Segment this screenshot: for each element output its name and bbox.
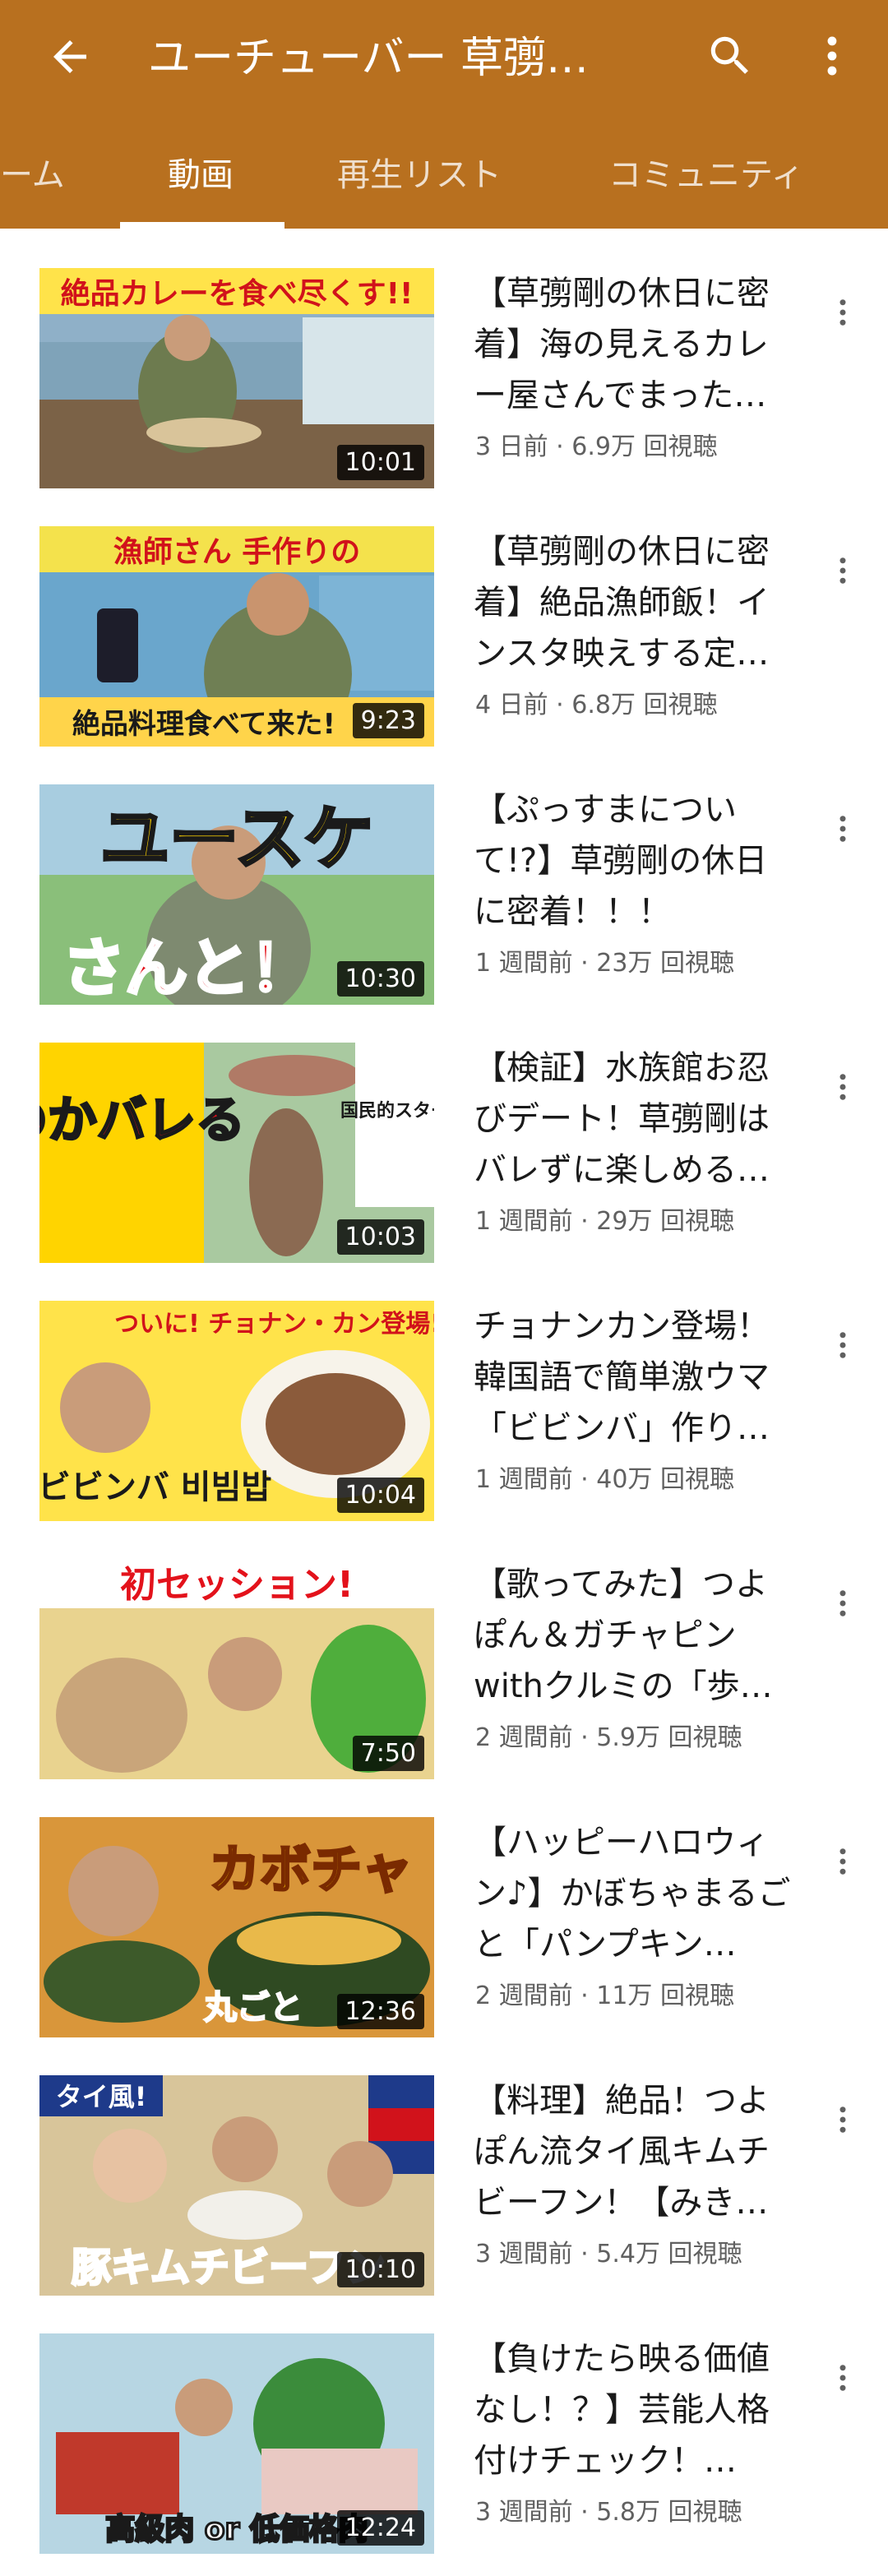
video-thumbnail[interactable]: 高級肉 or 低価格肉 12:24 (39, 2333, 434, 2554)
video-item[interactable]: タイ風! 豚キムチビーフン 10:10 【料理】絶品！つよぽん流タイ風キムチビー… (0, 2054, 888, 2301)
video-item[interactable]: のかバレる 国民的スター 10:03 【検証】水族館お忍びデート！草彅剛はバレず… (0, 1021, 888, 1268)
video-meta: 3 週間前 · 5.4万 回視聴 (475, 2240, 742, 2268)
video-item[interactable]: 初セッション! 7:50 【歌ってみた】つよぽん＆ガチャピンwithクルミの「歩… (0, 1538, 888, 1784)
video-item[interactable]: 高級肉 or 低価格肉 12:24 【負けたら映る価値なし！？】芸能人格付けチェ… (0, 2312, 888, 2559)
duration-badge: 10:03 (336, 1219, 424, 1255)
more-vert-icon[interactable] (814, 1312, 872, 1378)
duration-badge: 10:04 (336, 1478, 424, 1513)
video-thumbnail[interactable]: カボチャ 丸ごと 12:36 (39, 1817, 434, 2037)
thumbnail-text-bottom: 丸ごと (203, 1989, 303, 2027)
video-meta: 3 日前 · 6.9万 回視聴 (475, 432, 718, 461)
thumbnail-text: 漁師さん 手作りの (113, 535, 361, 569)
thumbnail-text-side: 国民的スター (340, 1100, 434, 1122)
more-vert-icon[interactable] (814, 280, 872, 345)
video-meta: 1 週間前 · 29万 回視聴 (475, 1207, 734, 1236)
active-tab-indicator (120, 222, 284, 229)
video-thumbnail[interactable]: ついに! チョナン・カン登場! ビビンバ 비빔밥 10:04 (39, 1301, 434, 1521)
video-thumbnail[interactable]: 漁師さん 手作りの 絶品料理食べて来た! 9:23 (39, 526, 434, 747)
tab-community[interactable]: コミュニティ (608, 130, 804, 229)
video-title[interactable]: 【検証】水族館お忍びデート！草彅剛はバレずに楽しめる… (474, 1043, 794, 1196)
video-title[interactable]: チョナンカン登場！韓国語で簡単激ウマ「ビビンバ」作り… (474, 1301, 794, 1454)
duration-badge: 10:10 (336, 2252, 424, 2287)
thumbnail-text: のかバレる (39, 1092, 245, 1149)
thumbnail-text: 初セッション! (120, 1564, 354, 1606)
video-thumbnail[interactable]: 初セッション! 7:50 (39, 1559, 434, 1779)
thumbnail-text-bottom: 絶品料理食べて来た! (72, 708, 335, 741)
duration-badge: 12:36 (336, 1994, 424, 2029)
thumbnail-text: ユースケ (100, 798, 373, 879)
more-vert-icon[interactable] (814, 2087, 872, 2153)
video-meta: 2 週間前 · 11万 回視聴 (475, 1982, 734, 2010)
more-vert-icon[interactable] (814, 796, 872, 862)
video-title[interactable]: 【ぷっすまについて!?】草彅剛の休日に密着！！！ (474, 784, 794, 937)
more-vert-icon[interactable] (814, 1829, 872, 1894)
video-thumbnail[interactable]: ユースケ さんと！ 10:30 (39, 784, 434, 1005)
more-vert-icon[interactable] (814, 538, 872, 604)
video-item[interactable]: ユースケ さんと！ 10:30 【ぷっすまについて!?】草彅剛の休日に密着！！！… (0, 763, 888, 1010)
video-item[interactable]: ついに! チョナン・カン登場! ビビンバ 비빔밥 10:04 チョナンカン登場！… (0, 1279, 888, 1526)
thumbnail-text: タイ風! (56, 2081, 147, 2112)
video-item[interactable]: カボチャ 丸ごと 12:36 【ハッピーハロウィン♪】かぼちゃまるごと「パンプキ… (0, 1796, 888, 2042)
channel-tabs: ーム 動画 再生リスト コミュニティ (0, 130, 888, 229)
video-meta: 2 週間前 · 5.9万 回視聴 (475, 1723, 742, 1752)
tab-videos[interactable]: 動画 (168, 130, 234, 229)
tab-home[interactable]: ーム (0, 130, 65, 229)
channel-title: ユーチューバー 草彅… (148, 34, 590, 83)
more-vert-icon[interactable] (794, 18, 870, 94)
video-item[interactable]: 漁師さん 手作りの 絶品料理食べて来た! 9:23 【草彅剛の休日に密着】絶品漁… (0, 505, 888, 752)
more-vert-icon[interactable] (814, 1570, 872, 1636)
duration-badge: 12:24 (336, 2510, 424, 2546)
video-thumbnail[interactable]: のかバレる 国民的スター 10:03 (39, 1043, 434, 1263)
tab-playlists[interactable]: 再生リスト (337, 130, 502, 229)
duration-badge: 7:50 (352, 1736, 424, 1771)
search-icon[interactable] (692, 18, 768, 94)
duration-badge: 10:30 (336, 961, 424, 997)
video-title[interactable]: 【ハッピーハロウィン♪】かぼちゃまるごと「パンプキン… (474, 1817, 794, 1970)
video-meta: 1 週間前 · 23万 回視聴 (475, 949, 734, 978)
app-header: ユーチューバー 草彅… ーム 動画 再生リスト コミュニティ (0, 0, 888, 229)
more-vert-icon[interactable] (814, 2345, 872, 2411)
duration-badge: 9:23 (352, 703, 424, 738)
thumbnail-text-bottom: さんと！ (62, 932, 312, 1005)
thumbnail-text: カボチャ (209, 1839, 412, 1899)
more-vert-icon[interactable] (814, 1054, 872, 1120)
thumbnail-text: 高級肉 or 低価格肉 (105, 2513, 368, 2546)
video-title[interactable]: 【料理】絶品！つよぽん流タイ風キムチビーフン！【みき… (474, 2075, 794, 2228)
thumbnail-text-bottom: ビビンバ 비빔밥 (39, 1468, 271, 1506)
duration-badge: 10:01 (336, 445, 424, 480)
video-thumbnail[interactable]: タイ風! 豚キムチビーフン 10:10 (39, 2075, 434, 2296)
video-meta: 3 週間前 · 5.8万 回視聴 (475, 2498, 742, 2527)
video-meta: 4 日前 · 6.8万 回視聴 (475, 691, 718, 719)
video-title[interactable]: 【歌ってみた】つよぽん＆ガチャピンwithクルミの「歩… (474, 1559, 794, 1712)
video-title[interactable]: 【草彅剛の休日に密着】絶品漁師飯！インスタ映えする定… (474, 526, 794, 679)
video-meta: 1 週間前 · 40万 回視聴 (475, 1465, 734, 1494)
video-item[interactable]: 絶品カレーを食べ尽くす!! 10:01 【草彅剛の休日に密着】海の見えるカレー屋… (0, 247, 888, 493)
top-app-bar: ユーチューバー 草彅… (0, 0, 888, 115)
thumbnail-text: 絶品カレーを食べ尽くす!! (61, 276, 414, 311)
video-title[interactable]: 【草彅剛の休日に密着】海の見えるカレー屋さんでまった… (474, 268, 794, 421)
thumbnail-text: ついに! チョナン・カン登場! (114, 1310, 434, 1339)
video-title[interactable]: 【負けたら映る価値なし！？】芸能人格付けチェック！… (474, 2333, 794, 2486)
back-arrow-icon[interactable] (33, 20, 107, 94)
video-thumbnail[interactable]: 絶品カレーを食べ尽くす!! 10:01 (39, 268, 434, 488)
